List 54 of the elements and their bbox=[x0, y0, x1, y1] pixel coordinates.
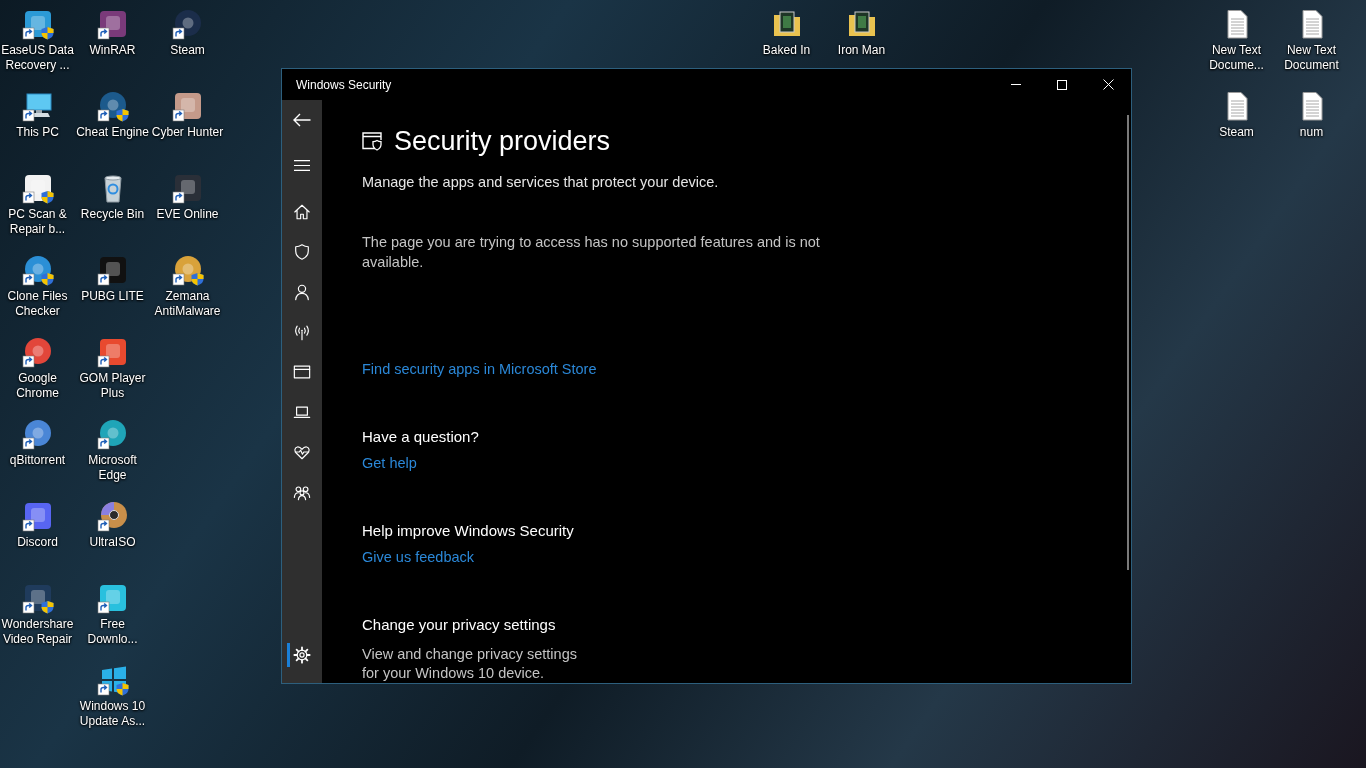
house-icon bbox=[293, 203, 311, 221]
shield-icon bbox=[293, 243, 311, 261]
desktop-item[interactable]: PC Scan & Repair b... bbox=[0, 168, 75, 237]
desktop-item[interactable]: Steam bbox=[150, 4, 225, 58]
desktop-item[interactable]: Windows 10 Update As... bbox=[75, 660, 150, 729]
section-description: View and change privacy settings for your Windows 10 device. bbox=[362, 645, 578, 683]
heart-pulse-icon bbox=[293, 443, 311, 461]
minimize-icon bbox=[1011, 84, 1021, 85]
desktop-item[interactable]: Microsoft Edge bbox=[75, 414, 150, 483]
person-icon bbox=[293, 283, 311, 301]
maximize-icon bbox=[1057, 79, 1067, 90]
section-link[interactable]: Get help bbox=[362, 453, 417, 473]
desktop-item[interactable]: Cyber Hunter bbox=[150, 86, 225, 140]
desktop-item[interactable]: New Text Docume... bbox=[1199, 4, 1274, 73]
settings-icon bbox=[293, 646, 311, 664]
desktop-item[interactable]: Zemana AntiMalware bbox=[150, 250, 225, 319]
scrollbar-thumb[interactable] bbox=[1127, 115, 1129, 570]
desktop-item[interactable]: Wondershare Video Repair bbox=[0, 578, 75, 647]
desktop-item[interactable]: Google Chrome bbox=[0, 332, 75, 401]
desktop-item[interactable]: Iron Man bbox=[824, 4, 899, 58]
people-icon bbox=[293, 483, 311, 501]
desktop-item[interactable]: Baked In bbox=[749, 4, 824, 58]
browser-window-icon bbox=[293, 363, 311, 381]
desktop-item[interactable]: New Text Document bbox=[1274, 4, 1349, 73]
notice-text: The page you are trying to access has no supported features and is not available. bbox=[362, 233, 821, 272]
desktop-item[interactable]: PUBG LITE bbox=[75, 250, 150, 304]
desktop-item[interactable]: WinRAR bbox=[75, 4, 150, 58]
section-heading: Change your privacy settings bbox=[362, 615, 556, 635]
antenna-icon bbox=[293, 323, 311, 341]
desktop-item[interactable]: Clone Files Checker bbox=[0, 250, 75, 319]
section-link[interactable]: Give us feedback bbox=[362, 547, 475, 567]
desktop-item[interactable]: Free Downlo... bbox=[75, 578, 150, 647]
laptop-icon bbox=[293, 403, 311, 421]
page-subtitle: Manage the apps and services that protect your device. bbox=[362, 173, 719, 192]
desktop-item[interactable]: EVE Online bbox=[150, 168, 225, 222]
desktop-item[interactable]: GOM Player Plus bbox=[75, 332, 150, 401]
close-icon bbox=[1102, 79, 1114, 90]
desktop-item[interactable]: Steam bbox=[1199, 86, 1274, 140]
desktop-item[interactable]: qBittorrent bbox=[0, 414, 75, 468]
desktop-item[interactable]: EaseUS Data Recovery ... bbox=[0, 4, 75, 73]
desktop-item[interactable]: This PC bbox=[0, 86, 75, 140]
desktop-item[interactable]: Recycle Bin bbox=[75, 168, 150, 222]
window-title: Windows Security bbox=[295, 76, 392, 94]
desktop-item[interactable]: UltraISO bbox=[75, 496, 150, 550]
section-heading: Help improve Windows Security bbox=[362, 521, 574, 541]
desktop-item[interactable]: Cheat Engine bbox=[75, 86, 150, 140]
desktop-item[interactable]: Discord bbox=[0, 496, 75, 550]
menu-icon bbox=[294, 159, 310, 171]
page-title: Security providers bbox=[394, 125, 611, 158]
store-link[interactable]: Find security apps in Microsoft Store bbox=[362, 359, 597, 379]
window-shield-icon bbox=[362, 131, 383, 151]
back-arrow-icon bbox=[293, 113, 311, 127]
desktop-item[interactable]: num bbox=[1274, 86, 1349, 140]
section-heading: Have a question? bbox=[362, 427, 479, 447]
